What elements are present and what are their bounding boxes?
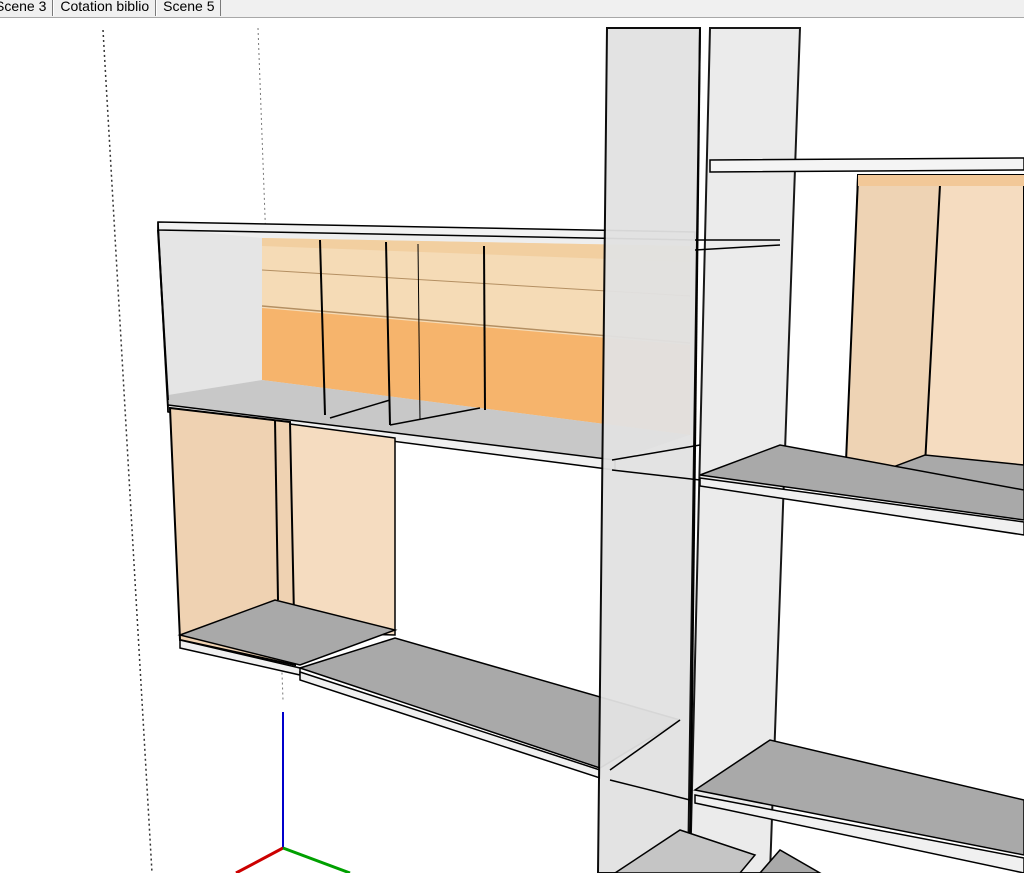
tab-scene-5[interactable]: Scene 5 bbox=[156, 0, 222, 16]
lower-left-cabinet bbox=[168, 406, 398, 676]
scene-tab-bar: Scene 3 Cotation biblio Scene 5 bbox=[0, 0, 1024, 18]
model-viewport[interactable] bbox=[0, 18, 1024, 873]
model-axes-icon bbox=[235, 712, 351, 873]
scene-tabs: Scene 3 Cotation biblio Scene 5 bbox=[0, 0, 222, 16]
guide-line-left bbox=[102, 29, 153, 873]
tab-scene-3[interactable]: Scene 3 bbox=[0, 0, 54, 16]
bookcase-3d-model bbox=[102, 27, 1024, 873]
tab-cotation-biblio[interactable]: Cotation biblio bbox=[53, 0, 157, 16]
